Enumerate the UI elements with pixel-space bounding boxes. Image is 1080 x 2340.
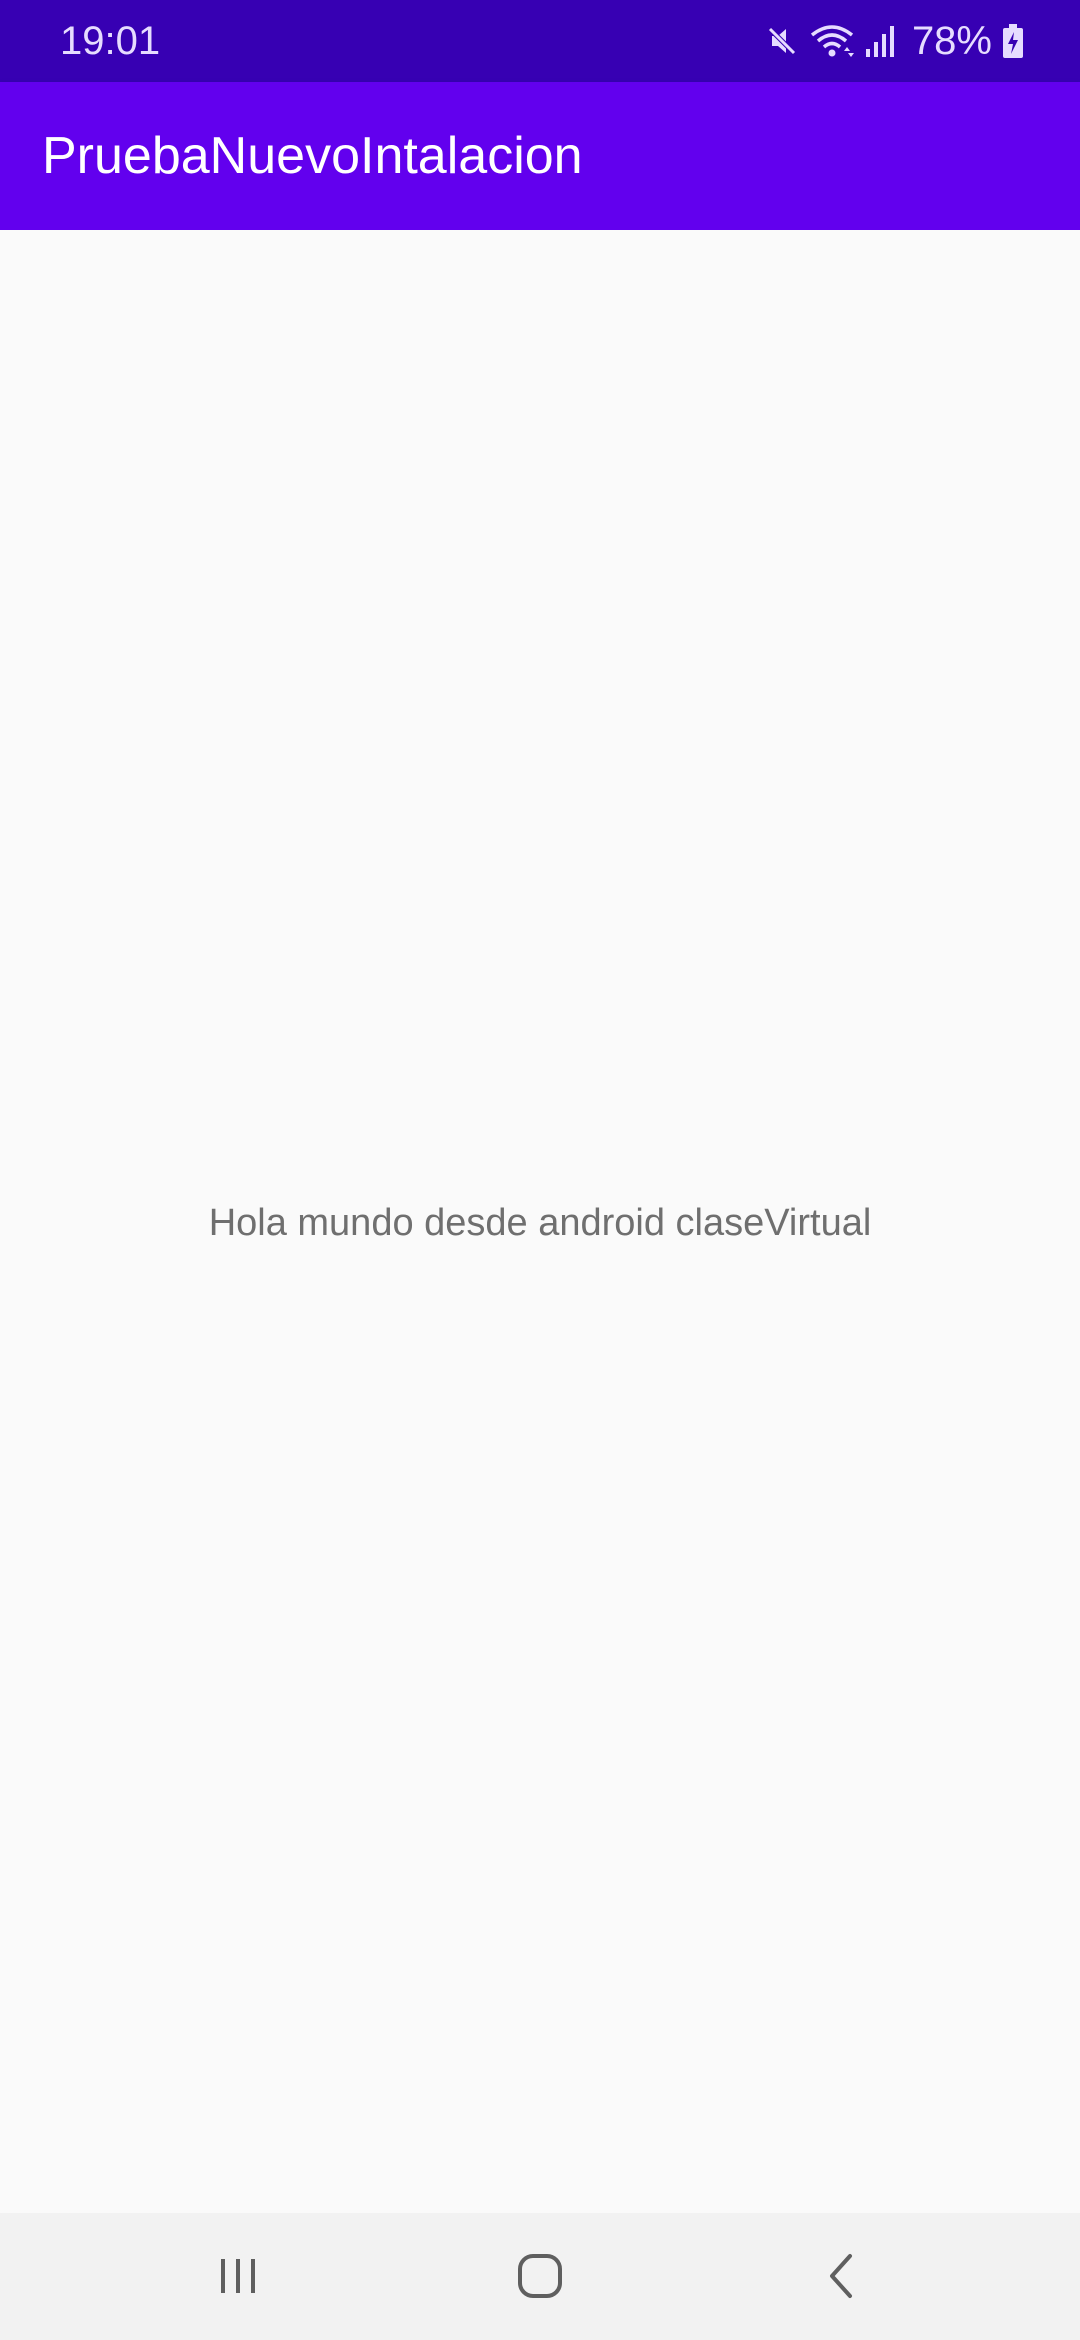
back-icon — [820, 2252, 864, 2305]
status-icons: 78% — [764, 18, 1024, 64]
status-time: 19:01 — [60, 19, 161, 63]
app-screen: 19:01 78% PruebaNuevoIntalacion Hola mun… — [0, 0, 1080, 2340]
home-button[interactable] — [480, 2233, 600, 2323]
app-bar: PruebaNuevoIntalacion — [0, 82, 1080, 230]
navigation-bar — [0, 2213, 1080, 2340]
mute-icon — [764, 23, 800, 59]
app-title: PruebaNuevoIntalacion — [42, 127, 583, 185]
recent-apps-button[interactable] — [178, 2233, 298, 2323]
back-button[interactable] — [782, 2233, 902, 2323]
main-content: Hola mundo desde android claseVirtual — [0, 230, 1080, 2213]
battery-percent: 78% — [911, 19, 992, 63]
hello-text: Hola mundo desde android claseVirtual — [208, 1202, 872, 1244]
recent-apps-icon — [216, 2254, 260, 2303]
wifi-icon — [810, 23, 854, 59]
home-icon — [516, 2252, 564, 2305]
battery-charging-icon — [1002, 23, 1024, 59]
status-bar: 19:01 78% — [0, 0, 1080, 82]
signal-icon — [864, 23, 896, 59]
